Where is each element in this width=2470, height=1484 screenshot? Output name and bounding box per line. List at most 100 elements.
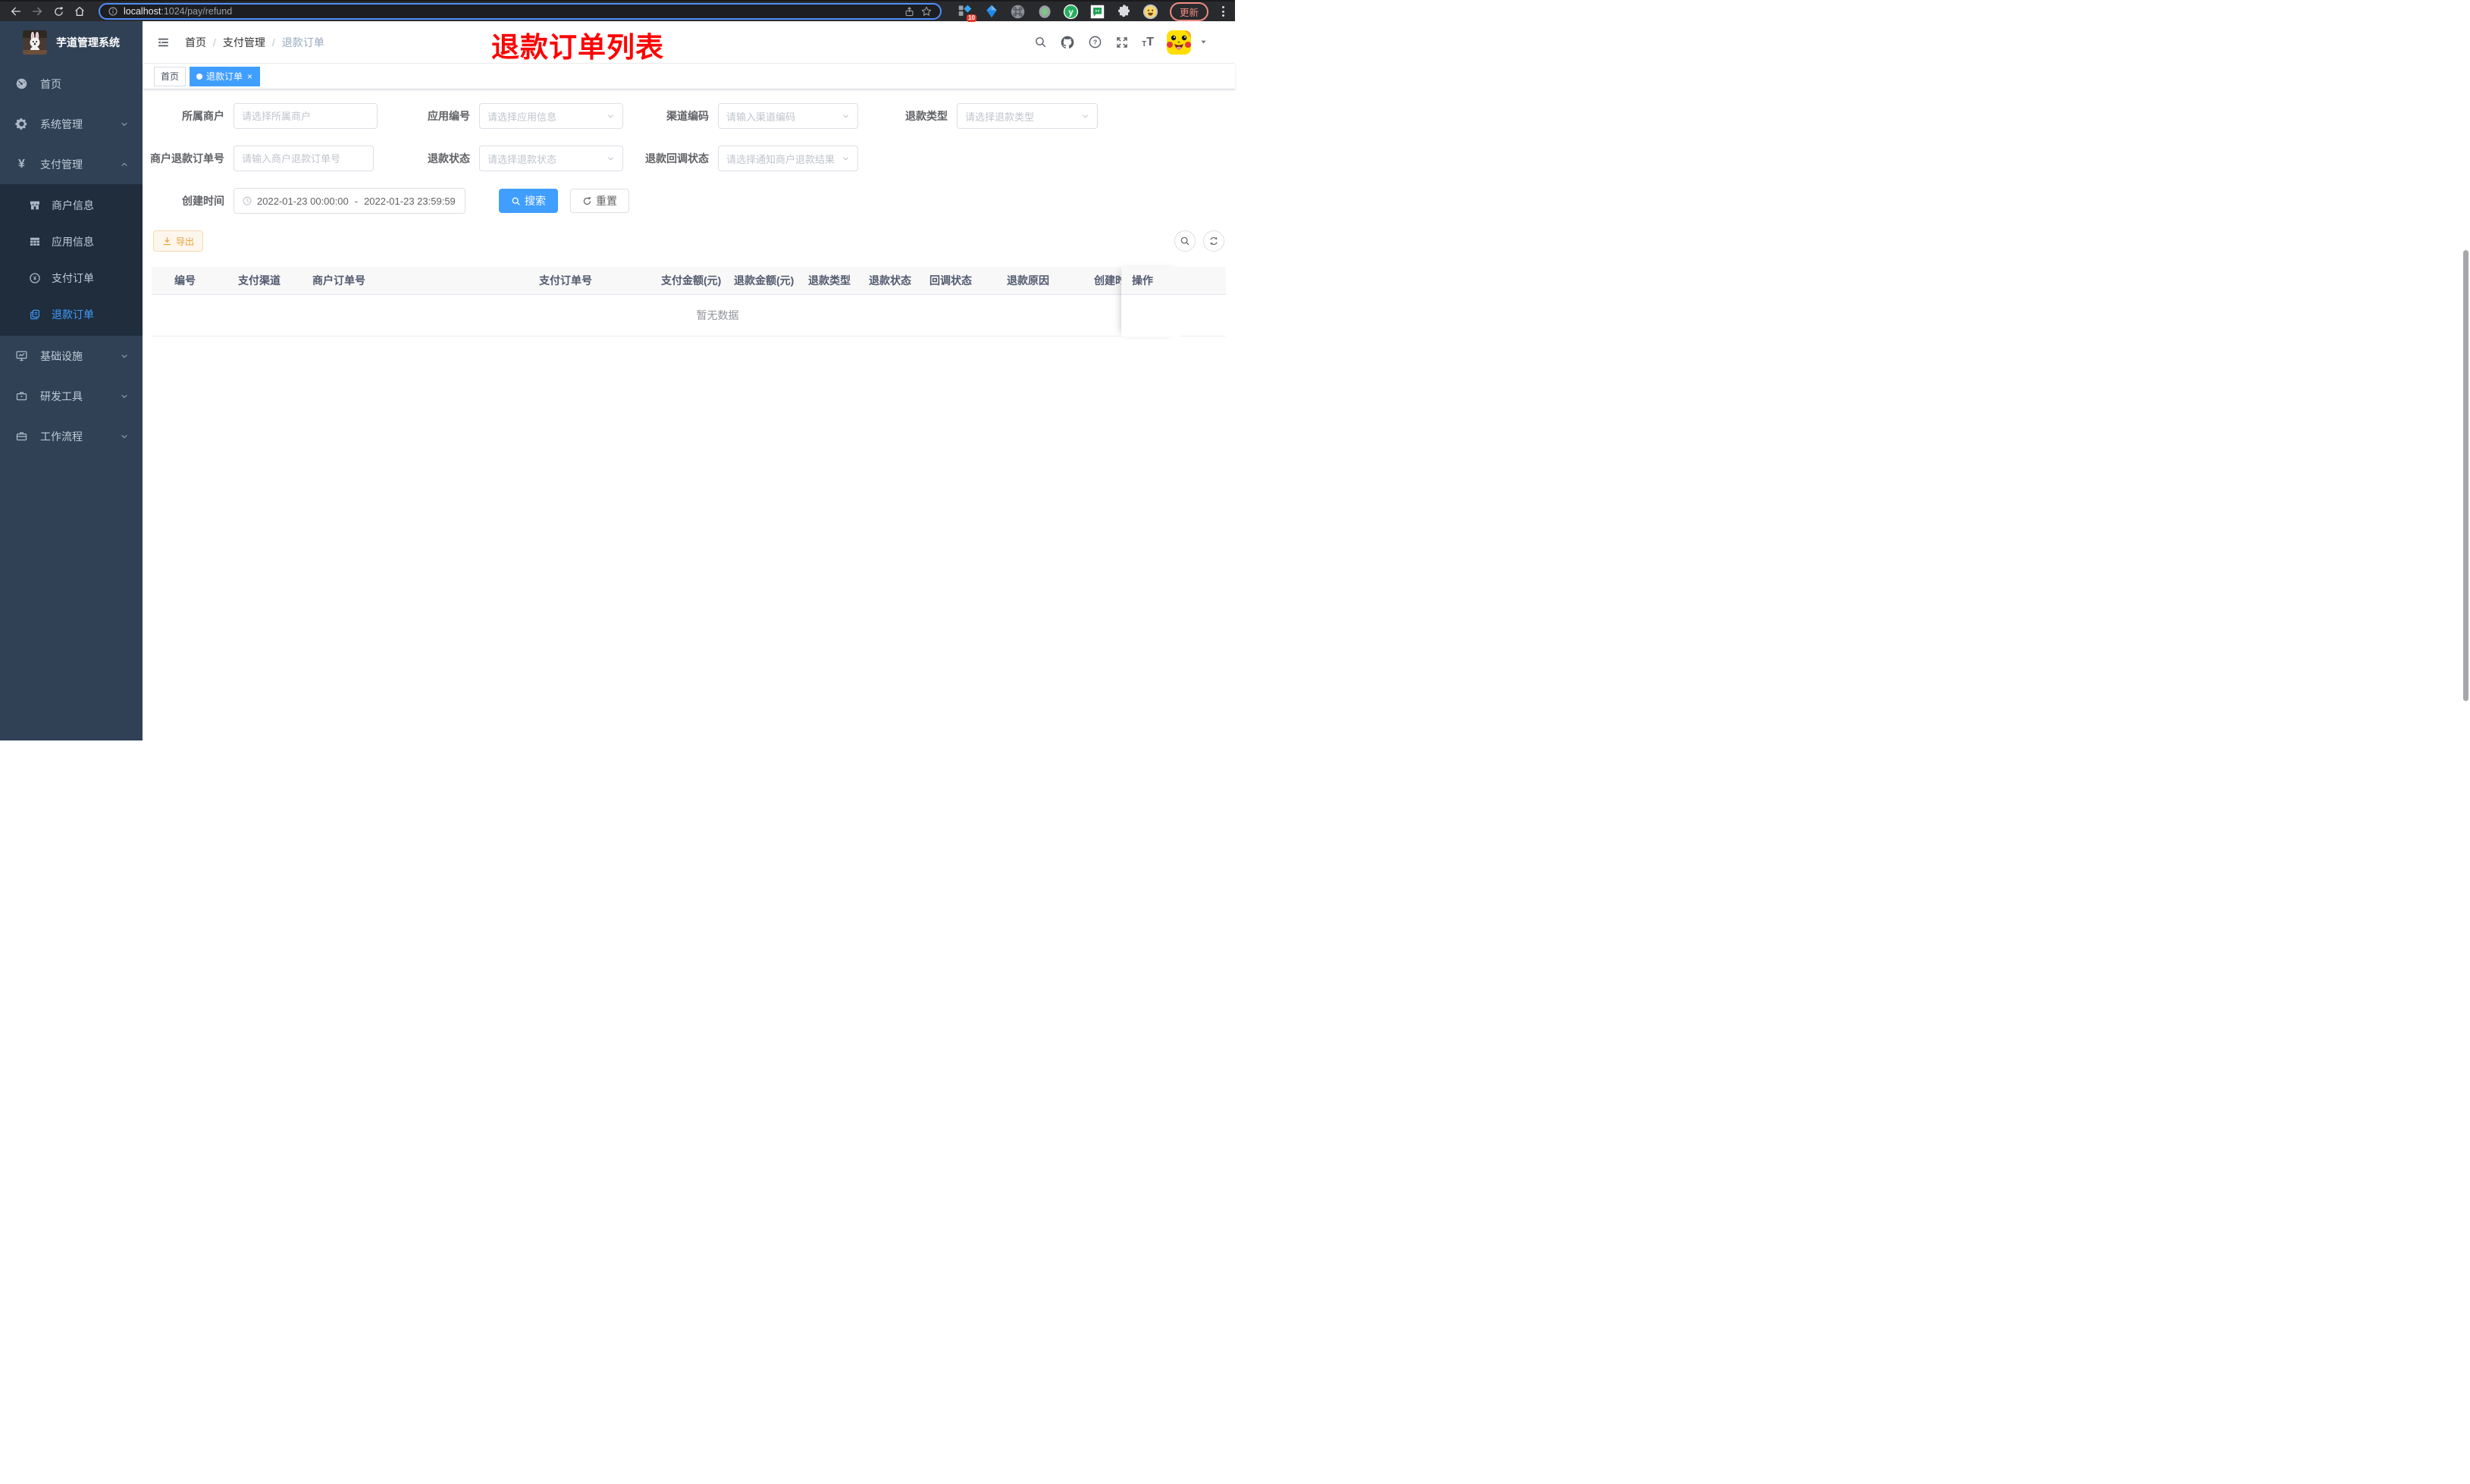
avatar-caret-icon[interactable] bbox=[1199, 38, 1208, 46]
main-area: 首页 / 支付管理 / 退款订单 退款订单列表 ? T T 首页 退款订单 × … bbox=[143, 21, 1235, 740]
chevron-down-icon bbox=[120, 432, 129, 441]
tab-refund-order[interactable]: 退款订单 × bbox=[190, 66, 261, 86]
address-bar[interactable]: localhost:1024/pay/refund bbox=[99, 3, 942, 20]
app-select[interactable]: 请选择应用信息 bbox=[479, 103, 623, 129]
sidebar-item-merchant-info[interactable]: 商户信息 bbox=[0, 187, 143, 224]
extensions-puzzle-icon[interactable] bbox=[1116, 3, 1133, 20]
sidebar-item-label: 支付订单 bbox=[52, 272, 94, 284]
window-scrollbar[interactable] bbox=[2463, 250, 2468, 701]
col-callback-status: 回调状态 bbox=[929, 274, 972, 286]
chevron-down-icon bbox=[607, 112, 615, 121]
col-refund-reason: 退款原因 bbox=[1007, 274, 1049, 286]
create-time-range-picker[interactable]: 2022-01-23 00:00:00 - 2022-01-23 23:59:5… bbox=[234, 188, 465, 214]
reset-button[interactable]: 重置 bbox=[570, 189, 629, 213]
refresh-button[interactable] bbox=[1203, 230, 1224, 252]
channel-select[interactable]: 请输入渠道编码 bbox=[718, 103, 858, 129]
notify-status-select[interactable]: 请选择通知商户退款结果 bbox=[718, 146, 858, 171]
extension-command-icon[interactable] bbox=[1010, 3, 1027, 20]
browser-home-button[interactable] bbox=[71, 3, 88, 20]
refund-type-select[interactable]: 请选择退款类型 bbox=[957, 103, 1098, 129]
site-info-icon[interactable] bbox=[108, 6, 118, 17]
breadcrumb-separator: / bbox=[213, 36, 216, 49]
search-button-label: 搜索 bbox=[525, 195, 546, 207]
breadcrumb-payment[interactable]: 支付管理 bbox=[223, 35, 265, 50]
tab-home[interactable]: 首页 bbox=[154, 66, 187, 86]
help-icon[interactable]: ? bbox=[1088, 35, 1102, 49]
sidebar-logo-row[interactable]: 芋道管理系统 bbox=[0, 21, 143, 64]
extension-kite-icon[interactable] bbox=[983, 3, 1000, 20]
sidebar-item-workflow[interactable]: 工作流程 bbox=[0, 416, 143, 456]
tab-active-dot bbox=[196, 73, 203, 80]
table-header-row: 编号 支付渠道 商户订单号 支付订单号 支付金额(元) 退款金额(元) 退款类型… bbox=[152, 267, 1226, 295]
extension-y-icon[interactable]: y bbox=[1063, 3, 1080, 20]
browser-update-button[interactable]: 更新 bbox=[1169, 2, 1208, 21]
breadcrumb-home[interactable]: 首页 bbox=[185, 35, 206, 50]
app-title: 芋道管理系统 bbox=[56, 36, 120, 49]
svg-text:?: ? bbox=[1093, 39, 1097, 46]
browser-menu-icon[interactable] bbox=[1219, 6, 1227, 17]
filter-label: 渠道编码 bbox=[666, 110, 709, 122]
search-button[interactable]: 搜索 bbox=[499, 189, 558, 213]
tags-view-bar: 首页 退款订单 × bbox=[143, 64, 1235, 89]
sidebar-item-dev-tools[interactable]: 研发工具 bbox=[0, 376, 143, 416]
profile-emoji-icon[interactable] bbox=[1143, 3, 1159, 20]
export-button-label: 导出 bbox=[176, 236, 195, 247]
breadcrumb: 首页 / 支付管理 / 退款订单 bbox=[185, 35, 324, 50]
extension-chat-icon[interactable] bbox=[1089, 3, 1106, 20]
export-button[interactable]: 导出 bbox=[153, 230, 204, 252]
merchant-input[interactable] bbox=[242, 110, 369, 122]
sidebar-collapse-icon[interactable] bbox=[153, 33, 173, 52]
fullscreen-icon[interactable] bbox=[1115, 36, 1129, 49]
sidebar-item-label: 基础设施 bbox=[40, 349, 83, 362]
sidebar-item-home[interactable]: 首页 bbox=[0, 64, 143, 104]
extension-badge: 10 bbox=[967, 14, 976, 22]
sidebar-item-pay-order[interactable]: ¥ 支付订单 bbox=[0, 260, 143, 296]
select-placeholder: 请选择通知商户退款结果 bbox=[726, 153, 835, 165]
svg-text:¥: ¥ bbox=[33, 275, 37, 282]
filter-label: 退款状态 bbox=[428, 152, 470, 164]
tab-label: 退款订单 bbox=[206, 71, 243, 82]
chevron-down-icon bbox=[120, 352, 129, 361]
sidebar-item-label: 工作流程 bbox=[40, 430, 83, 443]
clock-icon bbox=[242, 196, 252, 206]
filter-row-3: 创建时间 2022-01-23 00:00:00 - 2022-01-23 23… bbox=[143, 188, 1235, 214]
breadcrumb-separator: / bbox=[271, 36, 275, 49]
bookmark-star-icon[interactable] bbox=[920, 5, 933, 17]
select-placeholder: 请选择退款类型 bbox=[965, 111, 1035, 123]
github-icon[interactable] bbox=[1060, 35, 1075, 50]
refund-status-select[interactable]: 请选择退款状态 bbox=[479, 146, 623, 171]
browser-forward-button[interactable] bbox=[29, 3, 45, 20]
sidebar-item-label: 商户信息 bbox=[52, 199, 94, 211]
browser-reload-button[interactable] bbox=[50, 3, 67, 20]
share-icon[interactable] bbox=[904, 6, 915, 17]
merchant-refund-no-input-box[interactable] bbox=[234, 146, 374, 171]
filter-row-2: 商户退款订单号 退款状态 请选择退款状态 退款回调状态 请选择通知商户退款结果 bbox=[143, 146, 1235, 171]
filter-label: 商户退款订单号 bbox=[150, 152, 224, 164]
font-size-icon[interactable]: TT bbox=[1142, 36, 1154, 49]
sidebar-item-payment[interactable]: ¥ 支付管理 bbox=[0, 144, 143, 184]
toggle-search-button[interactable] bbox=[1174, 230, 1196, 252]
merchant-refund-no-input[interactable] bbox=[242, 152, 365, 164]
extensions-row: 10 y bbox=[957, 3, 1159, 22]
sidebar-item-infrastructure[interactable]: 基础设施 bbox=[0, 336, 143, 376]
url-text[interactable]: localhost:1024/pay/refund bbox=[124, 6, 232, 17]
tab-close-icon[interactable]: × bbox=[246, 72, 253, 81]
fixed-operation-column: 操作 bbox=[1121, 267, 1180, 337]
toolbox-icon bbox=[15, 390, 28, 402]
user-avatar-pikachu[interactable] bbox=[1167, 30, 1191, 55]
sidebar-item-system[interactable]: 系统管理 bbox=[0, 104, 143, 144]
monitor-chart-icon bbox=[15, 349, 28, 362]
sidebar-item-app-info[interactable]: 应用信息 bbox=[0, 224, 143, 260]
merchant-select[interactable] bbox=[234, 103, 378, 129]
date-range-end: 2022-01-23 23:59:59 bbox=[364, 195, 456, 207]
extension-green-dot-icon[interactable] bbox=[1036, 3, 1053, 20]
sidebar-item-refund-order[interactable]: 退款订单 bbox=[0, 296, 143, 333]
yen-icon: ¥ bbox=[18, 157, 25, 171]
filter-row-1: 所属商户 应用编号 请选择应用信息 渠道编码 请输入渠道编码 退款类型 请选择退… bbox=[143, 103, 1235, 129]
page-annotation-title: 退款订单列表 bbox=[491, 32, 664, 63]
browser-back-button[interactable] bbox=[8, 3, 24, 20]
filter-label: 退款类型 bbox=[905, 110, 948, 122]
extension-tag-assistant-icon[interactable]: 10 bbox=[957, 3, 976, 22]
briefcase-icon bbox=[15, 430, 28, 443]
search-icon[interactable] bbox=[1034, 36, 1047, 49]
